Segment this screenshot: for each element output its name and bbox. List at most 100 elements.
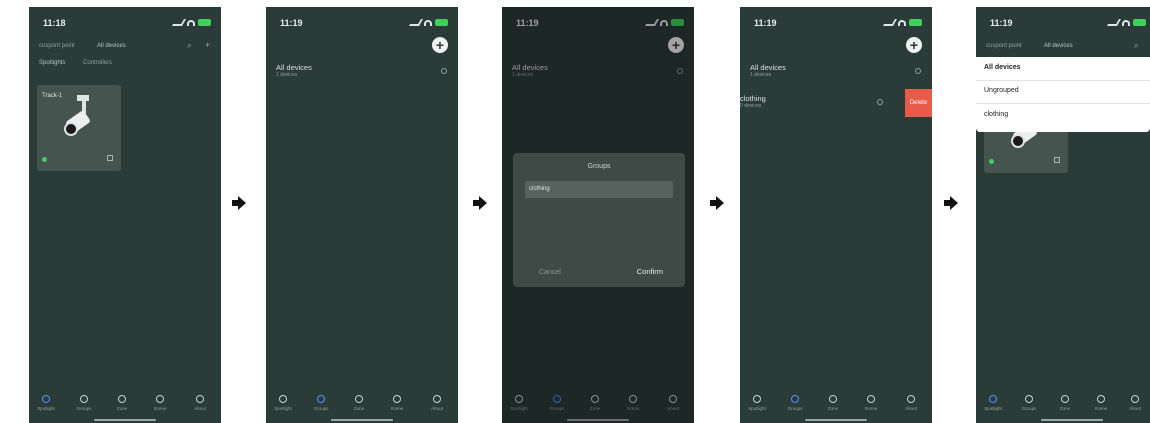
signal-icon xyxy=(882,19,898,26)
home-indicator xyxy=(1041,418,1103,421)
home-indicator xyxy=(805,418,867,421)
screen-3: 11:19 + All devices 1 devices Spotlight … xyxy=(502,7,694,423)
groups-icon xyxy=(1025,395,1033,403)
group-row-title[interactable]: All devices xyxy=(750,63,786,72)
zone-icon xyxy=(829,395,837,403)
confirm-button[interactable]: Confirm xyxy=(637,267,663,276)
cancel-button[interactable]: Cancel xyxy=(539,269,561,276)
search-icon[interactable]: ⌕ xyxy=(187,40,192,51)
scene-icon xyxy=(156,395,164,403)
tab-bar: Spotlight Groups Zone Scene About xyxy=(266,387,458,417)
tab-bar: Spotlight Groups Zone Scene About xyxy=(29,387,221,417)
tab-spotlight[interactable]: Spotlight xyxy=(268,395,298,411)
tab-groups[interactable]: Groups xyxy=(1014,395,1044,411)
option-clothing[interactable]: clothing xyxy=(984,111,1008,118)
status-bar: 11:18 xyxy=(29,17,221,31)
group-row-count: 1 devices xyxy=(750,72,772,78)
status-bar: 11:19 xyxy=(266,17,458,31)
tab-groups[interactable]: Groups xyxy=(780,395,810,411)
battery-icon xyxy=(1133,19,1146,26)
wifi-icon xyxy=(1122,19,1130,26)
tab-groups[interactable]: Groups xyxy=(306,395,336,411)
signal-icon xyxy=(408,19,424,26)
battery-icon xyxy=(909,19,922,26)
spotlight-icon xyxy=(279,395,287,403)
groups-icon xyxy=(317,395,325,403)
tab-spotlight[interactable]: Spotlight xyxy=(31,395,61,411)
gear-icon[interactable] xyxy=(877,99,883,105)
device-name: Track-1 xyxy=(42,93,63,99)
home-indicator xyxy=(94,418,156,421)
tab-scene[interactable]: Scene xyxy=(856,395,886,411)
settings-icon[interactable] xyxy=(1054,157,1060,163)
tab-scene[interactable]: Scene xyxy=(1086,395,1116,411)
status-bar: 11:19 xyxy=(740,17,932,31)
group-name-input[interactable]: clothing xyxy=(525,181,673,198)
signal-icon xyxy=(1106,19,1122,26)
option-all-devices[interactable]: All devices xyxy=(984,64,1021,71)
about-icon xyxy=(907,395,915,403)
online-status-dot xyxy=(989,159,994,164)
group-selector[interactable]: All devices xyxy=(97,43,126,49)
group-dialog: Groups clothing Cancel Confirm xyxy=(513,153,685,287)
spotlight-icon xyxy=(42,395,50,403)
tab-scene[interactable]: Scene xyxy=(145,395,175,411)
status-time: 11:18 xyxy=(43,18,66,28)
tab-bar: Spotlight Groups Zone Scene About xyxy=(740,387,932,417)
tab-about[interactable]: About xyxy=(185,395,215,411)
add-group-button[interactable]: + xyxy=(432,37,448,53)
group-dropdown: All devices Ungrouped clothing xyxy=(976,57,1150,132)
tab-zone[interactable]: Zone xyxy=(818,395,848,411)
tab-controllers[interactable]: Controllers xyxy=(83,60,112,66)
tab-groups[interactable]: Groups xyxy=(69,395,99,411)
tab-zone[interactable]: Zone xyxy=(107,395,137,411)
screen-1: 11:18 cuspont point All devices ⌕ + Spot… xyxy=(29,7,221,423)
about-icon xyxy=(433,395,441,403)
group-row-count: 1 devices xyxy=(276,72,298,78)
status-time: 11:19 xyxy=(990,18,1013,28)
gear-icon[interactable] xyxy=(441,68,447,74)
group-selector[interactable]: All devices xyxy=(1044,43,1073,49)
status-time: 11:19 xyxy=(280,18,303,28)
group-row-title[interactable]: All devices xyxy=(276,63,312,72)
scene-icon xyxy=(1097,395,1105,403)
delete-button[interactable]: Delete xyxy=(905,89,932,117)
tab-spotlights[interactable]: Spotlights xyxy=(39,60,65,66)
tab-about[interactable]: About xyxy=(896,395,926,411)
zone-icon xyxy=(1061,395,1069,403)
device-card[interactable]: Track-1 xyxy=(37,85,121,171)
option-ungrouped[interactable]: Ungrouped xyxy=(984,87,1019,94)
search-icon[interactable]: ⌕ xyxy=(1134,40,1139,51)
screen-5: 11:19 cuspont point All devices ⌕ All de… xyxy=(976,7,1150,423)
status-bar: 11:19 xyxy=(976,17,1150,31)
about-icon xyxy=(1131,395,1139,403)
home-indicator xyxy=(331,418,393,421)
tab-scene[interactable]: Scene xyxy=(382,395,412,411)
gear-icon[interactable] xyxy=(915,68,921,74)
zone-icon xyxy=(118,395,126,403)
battery-icon xyxy=(435,19,448,26)
site-name[interactable]: cuspont point xyxy=(986,43,1022,49)
online-status-dot xyxy=(42,157,47,162)
dialog-title: Groups xyxy=(587,163,611,170)
tab-about[interactable]: About xyxy=(1120,395,1150,411)
settings-icon[interactable] xyxy=(107,155,113,161)
group-row-title[interactable]: clothing xyxy=(740,94,766,103)
group-row-count: 0 devices xyxy=(740,103,762,109)
tab-bar: Spotlight Groups Zone Scene About xyxy=(976,387,1150,417)
tab-spotlight[interactable]: Spotlight xyxy=(742,395,772,411)
tab-spotlight[interactable]: Spotlight xyxy=(978,395,1008,411)
tab-about[interactable]: About xyxy=(422,395,452,411)
add-group-button[interactable]: + xyxy=(906,37,922,53)
divider xyxy=(976,80,1150,81)
about-icon xyxy=(196,395,204,403)
site-name[interactable]: cuspont point xyxy=(39,43,75,49)
wifi-icon xyxy=(187,19,195,26)
tab-zone[interactable]: Zone xyxy=(1050,395,1080,411)
tab-zone[interactable]: Zone xyxy=(344,395,374,411)
divider xyxy=(976,103,1150,104)
add-icon[interactable]: + xyxy=(205,40,210,50)
groups-icon xyxy=(80,395,88,403)
signal-icon xyxy=(171,19,187,26)
scene-icon xyxy=(867,395,875,403)
